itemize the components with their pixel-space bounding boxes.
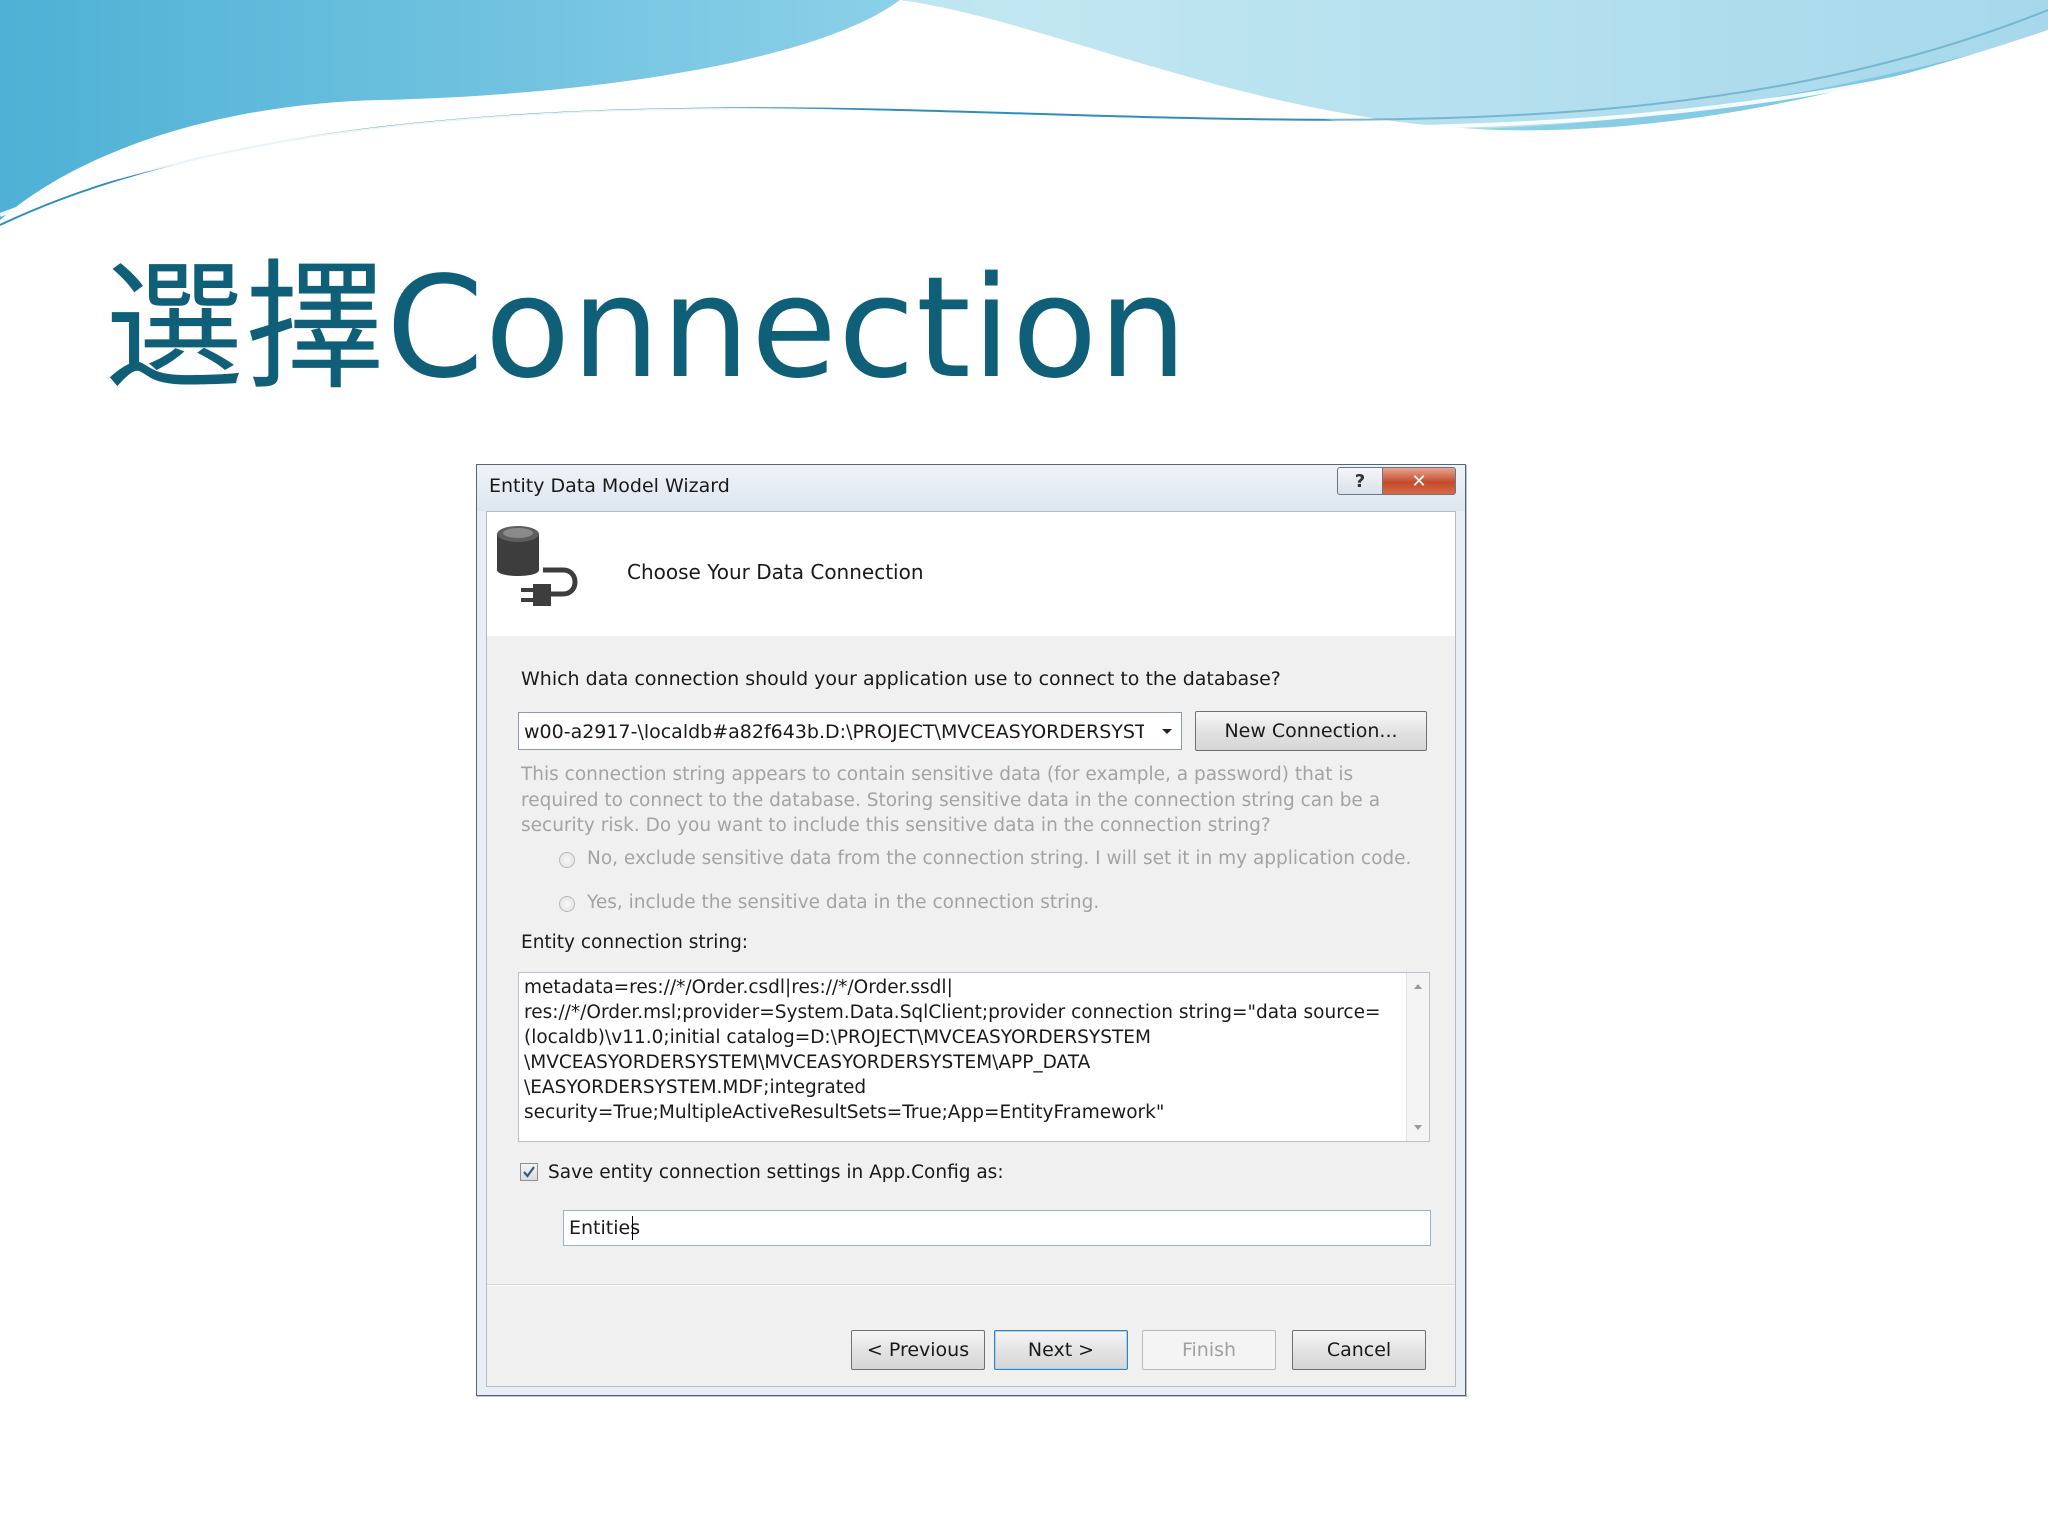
previous-label: < Previous [866, 1339, 970, 1361]
database-plug-icon [497, 526, 578, 606]
checkmark-icon [523, 1166, 535, 1178]
entity-connection-line: (localdb)\v11.0;initial catalog=D:\PROJE… [524, 1027, 1151, 1048]
background-wave [0, 0, 2048, 226]
finish-button[interactable]: Finish [1142, 1330, 1276, 1370]
question-label: Which data connection should your applic… [521, 668, 1281, 690]
text-caret [632, 1216, 633, 1240]
cancel-label: Cancel [1326, 1339, 1392, 1361]
help-button[interactable]: ? [1337, 467, 1383, 495]
connection-name-value: Entities [569, 1217, 641, 1239]
footer-divider [487, 1284, 1455, 1286]
entity-data-model-wizard-dialog: Entity Data Model Wizard ? ✕ Choose Your… [476, 464, 1466, 1396]
connection-dropdown-value: w00-a2917-\localdb#a82f643b.D:\PROJECT\M… [524, 721, 1144, 743]
radio-include-sensitive[interactable] [559, 896, 575, 912]
chevron-down-icon [1162, 729, 1172, 734]
close-button[interactable]: ✕ [1382, 467, 1456, 495]
entity-connection-line: security=True;MultipleActiveResultSets=T… [524, 1102, 1165, 1123]
scroll-down-icon[interactable] [1407, 1117, 1429, 1137]
next-button[interactable]: Next > [994, 1330, 1128, 1370]
connection-name-input[interactable]: Entities [563, 1210, 1431, 1246]
new-connection-label: New Connection... [1224, 720, 1398, 742]
previous-button[interactable]: < Previous [851, 1330, 985, 1370]
entity-connection-line: \EASYORDERSYSTEM.MDF;integrated [524, 1077, 867, 1098]
close-icon: ✕ [1411, 470, 1427, 492]
dialog-titlebar[interactable]: Entity Data Model Wizard ? ✕ [477, 465, 1465, 511]
help-icon: ? [1354, 470, 1366, 492]
entity-connection-textarea[interactable]: metadata=res://*/Order.csdl|res://*/Orde… [518, 972, 1430, 1142]
connection-dropdown[interactable]: w00-a2917-\localdb#a82f643b.D:\PROJECT\M… [518, 712, 1182, 750]
entity-connection-label: Entity connection string: [521, 932, 749, 953]
textarea-scrollbar[interactable] [1406, 973, 1429, 1141]
new-connection-button[interactable]: New Connection... [1195, 711, 1427, 751]
slide-title: 選擇Connection [104, 247, 1189, 410]
radio-exclude-sensitive[interactable] [559, 852, 575, 868]
entity-connection-line: metadata=res://*/Order.csdl|res://*/Orde… [524, 977, 953, 998]
radio-include-label: Yes, include the sensitive data in the c… [587, 892, 1100, 913]
radio-exclude-label: No, exclude sensitive data from the conn… [587, 848, 1412, 869]
save-settings-checkbox[interactable] [520, 1163, 538, 1181]
finish-label: Finish [1181, 1339, 1237, 1361]
entity-connection-line: res://*/Order.msl;provider=System.Data.S… [524, 1002, 1381, 1023]
wizard-body: Choose Your Data Connection Which data c… [486, 511, 1456, 1387]
scroll-up-icon[interactable] [1407, 977, 1429, 997]
next-label: Next > [1027, 1339, 1095, 1361]
step-title: Choose Your Data Connection [627, 560, 924, 584]
save-settings-label: Save entity connection settings in App.C… [548, 1162, 1004, 1183]
entity-connection-line: \MVCEASYORDERSYSTEM\MVCEASYORDERSYSTEM\A… [524, 1052, 1091, 1073]
window-title: Entity Data Model Wizard [489, 475, 730, 497]
sensitive-data-description: This connection string appears to contai… [521, 764, 1381, 836]
cancel-button[interactable]: Cancel [1292, 1330, 1426, 1370]
wizard-header: Choose Your Data Connection [487, 512, 1455, 636]
